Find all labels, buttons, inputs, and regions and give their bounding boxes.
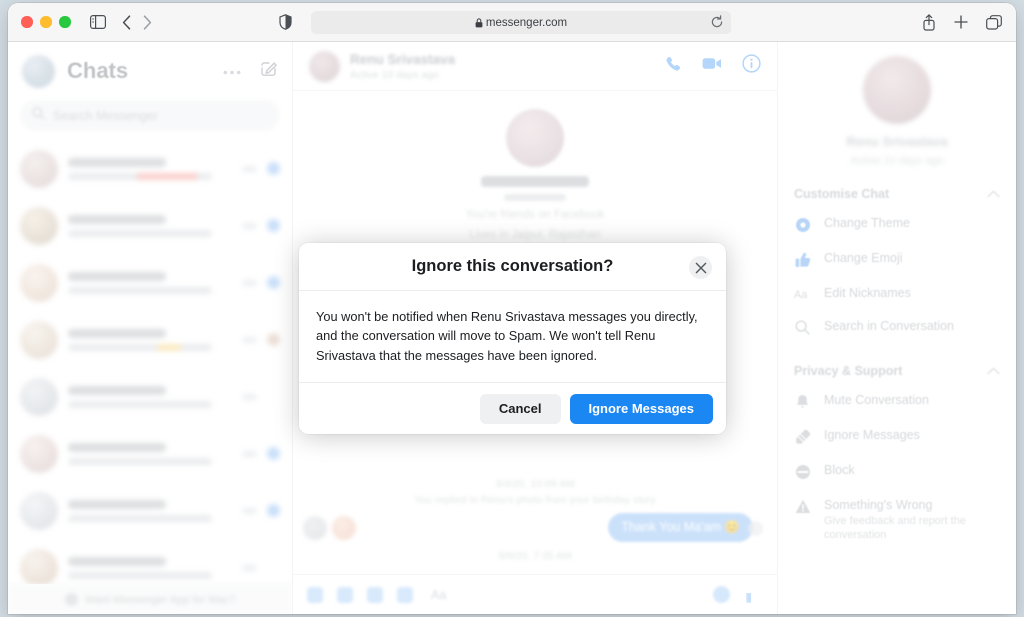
browser-toolbar: messenger.com [8, 3, 1016, 42]
lock-icon [475, 17, 483, 28]
share-icon[interactable] [922, 13, 936, 31]
ignore-messages-button[interactable]: Ignore Messages [569, 393, 713, 424]
window-controls[interactable] [21, 16, 71, 28]
dialog-header: Ignore this conversation? [299, 243, 726, 291]
dialog-title: Ignore this conversation? [411, 257, 614, 275]
messenger-app: Chats Search Messenger Want Messenger Ap… [8, 42, 1016, 614]
toolbar-right-actions [922, 13, 1002, 31]
sidebar-toggle-icon[interactable] [89, 15, 106, 29]
close-icon[interactable] [689, 256, 712, 279]
reload-icon[interactable] [710, 15, 724, 32]
cancel-button[interactable]: Cancel [479, 393, 561, 424]
dialog-footer: Cancel Ignore Messages [299, 383, 726, 434]
ignore-conversation-dialog: Ignore this conversation? You won't be n… [299, 243, 726, 435]
close-window-button[interactable] [21, 16, 33, 28]
privacy-shield-icon[interactable] [279, 14, 292, 30]
chevron-right-icon[interactable] [143, 14, 152, 30]
address-bar[interactable]: messenger.com [311, 11, 731, 34]
address-bar-url: messenger.com [485, 16, 568, 29]
dialog-body-text: You won't be notified when Renu Srivasta… [299, 291, 726, 384]
minimize-window-button[interactable] [40, 16, 52, 28]
browser-window: messenger.com Chats Search Messenger Wan… [8, 3, 1016, 614]
maximize-window-button[interactable] [59, 16, 71, 28]
plus-icon[interactable] [954, 15, 968, 29]
tab-overview-icon[interactable] [986, 14, 1002, 30]
chevron-left-icon[interactable] [122, 14, 131, 30]
